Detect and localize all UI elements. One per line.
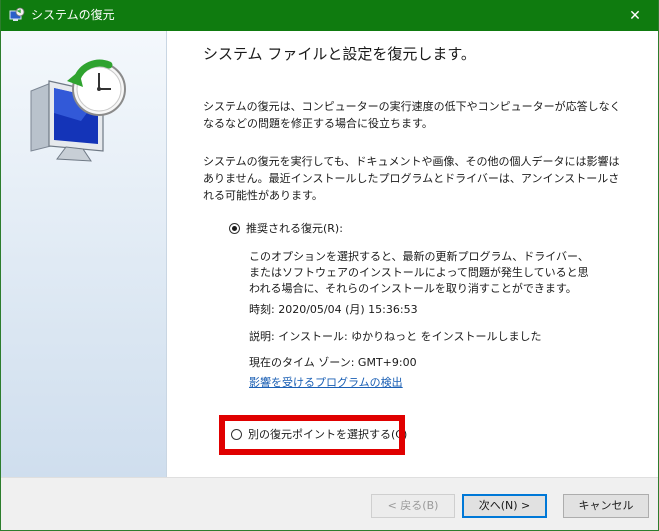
side-panel — [1, 31, 167, 477]
recommended-restore-radio[interactable] — [229, 223, 240, 234]
intro-paragraph: システムの復元は、コンピューターの実行速度の低下やコンピューターが応答しなくなる… — [203, 100, 621, 130]
system-restore-window: システムの復元 ✕ システム ファイルと設定を復元します。 システムの復元は、コ… — [0, 0, 659, 531]
red-highlight-box — [219, 415, 405, 455]
restore-time: 時刻: 2020/05/04 (月) 15:36:53 — [249, 303, 418, 316]
content-panel: システム ファイルと設定を復元します。 システムの復元は、コンピューターの実行速… — [167, 31, 658, 477]
cancel-button[interactable]: キャンセル — [563, 494, 649, 518]
back-button[interactable]: < 戻る(B) — [371, 494, 455, 518]
system-restore-icon — [9, 7, 25, 21]
close-button[interactable]: ✕ — [612, 0, 658, 31]
recommended-restore-label: 推奨される復元(R): — [246, 222, 343, 235]
restore-description: 説明: インストール: ゆかりねっと をインストールしました — [249, 330, 542, 343]
timezone-info: 現在のタイム ゾーン: GMT+9:00 — [249, 356, 417, 369]
scan-affected-programs-link[interactable]: 影響を受けるプログラムの検出 — [249, 375, 403, 391]
title-bar: システムの復元 ✕ — [1, 0, 658, 31]
close-icon: ✕ — [629, 7, 641, 24]
system-restore-monitor-clock-icon — [30, 59, 126, 162]
next-button[interactable]: 次へ(N) > — [462, 494, 547, 518]
window-title: システムの復元 — [31, 8, 115, 22]
recommended-description: このオプションを選択すると、最新の更新プログラム、ドライバー、またはソフトウェア… — [249, 250, 589, 295]
warning-paragraph: システムの復元を実行しても、ドキュメントや画像、その他の個人データには影響はあり… — [203, 155, 620, 202]
button-bar: < 戻る(B) 次へ(N) > キャンセル — [1, 477, 658, 530]
page-heading: システム ファイルと設定を復元します。 — [203, 45, 476, 63]
recommended-restore-option[interactable]: 推奨される復元(R): — [229, 221, 343, 236]
